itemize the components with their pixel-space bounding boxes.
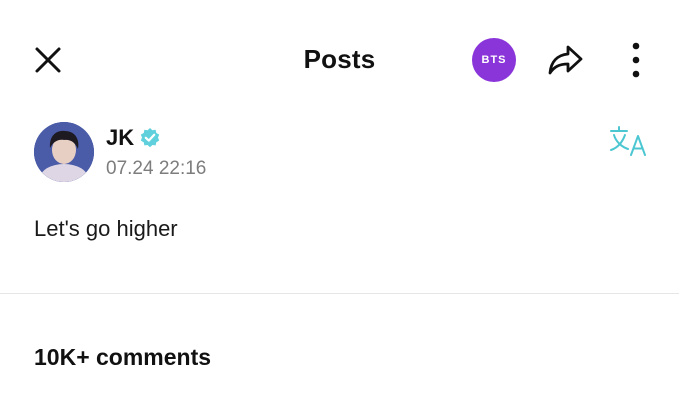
share-button[interactable]	[546, 42, 586, 78]
community-badge[interactable]: BTS	[472, 38, 516, 82]
more-vertical-icon	[632, 42, 640, 78]
post-timestamp: 07.24 22:16	[106, 158, 207, 179]
comments-count-heading[interactable]: 10K+ comments	[34, 344, 211, 371]
top-bar: Posts BTS	[0, 0, 679, 120]
translate-button[interactable]	[608, 124, 650, 158]
section-divider	[0, 293, 679, 294]
avatar[interactable]	[34, 122, 94, 182]
verified-badge-icon	[140, 128, 160, 148]
translate-icon	[610, 126, 646, 156]
author-name[interactable]: JK	[106, 125, 134, 151]
share-icon	[548, 45, 583, 75]
post-body-text: Let's go higher	[34, 216, 178, 241]
avatar-image	[34, 122, 94, 182]
more-options-button[interactable]	[624, 40, 648, 80]
